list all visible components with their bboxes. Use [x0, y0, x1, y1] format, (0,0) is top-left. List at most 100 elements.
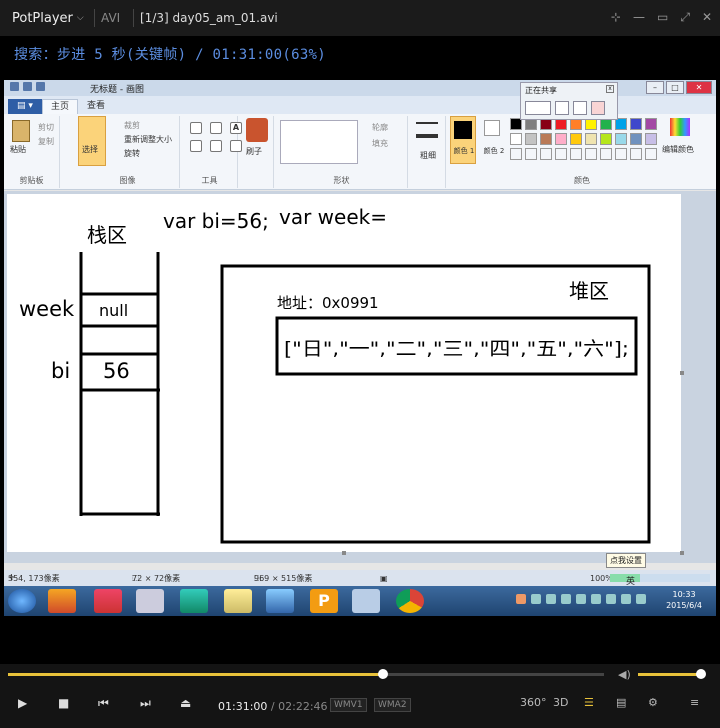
select-label: 选择 [82, 145, 98, 154]
fullscreen-icon[interactable]: ⤢ [680, 10, 690, 25]
tools-group-label: 工具 [201, 176, 218, 185]
palette-swatch [645, 118, 657, 130]
current-time: 01:31:00 [218, 700, 268, 713]
tray-icon [516, 594, 526, 604]
edit-colors-label: 编辑颜色 [662, 145, 694, 154]
taskbar-app-icon [136, 589, 164, 613]
paste-icon [12, 120, 30, 142]
paint-window-title: 无标题 - 画图 [90, 84, 144, 95]
volume-level [638, 673, 702, 676]
player-controls: ◀) ▶ ■ ⏮ ⏭ ⏏ 01:31:00 / 02:22:46 WMV1 WM… [0, 664, 720, 728]
play-icon[interactable]: ▶ [18, 696, 27, 710]
tools-group: A 工具 [182, 116, 242, 188]
tray-icon [576, 594, 586, 604]
minimize-icon[interactable]: — [633, 10, 645, 25]
cursor-position: ✛ 354, 173像素 [8, 573, 60, 584]
palette-swatch [630, 118, 642, 130]
cut-label: 剪切 [38, 123, 54, 132]
osd-message: 搜索：步进 5 秒(关键帧) / 01:31:00(63%) [14, 47, 327, 63]
next-icon[interactable]: ⏭ [140, 696, 151, 711]
crosshair-icon: ✛ [8, 572, 15, 582]
resize-handle [342, 551, 346, 555]
palette-swatch [645, 133, 657, 145]
playlist-search-icon[interactable]: ☰ [584, 696, 594, 709]
cursor-position-text: 354, 173像素 [8, 573, 60, 583]
var-bi-label: bi [51, 359, 70, 383]
palette-swatch-empty [615, 148, 627, 160]
windows-taskbar: P 英 10:33 2015/6/4 [4, 577, 716, 616]
color1-button [450, 116, 476, 164]
paint-close-icon: ✕ [686, 81, 712, 94]
heap-title: 堆区 [569, 279, 609, 303]
volume-handle[interactable] [696, 669, 707, 679]
volume-slider[interactable] [638, 669, 707, 679]
disk-icon: ▣ [380, 573, 388, 583]
edit-colors-icon [670, 118, 690, 136]
hand-icon [525, 101, 551, 115]
app-menu-button[interactable]: PotPlayer ⌵ [0, 11, 88, 26]
palette-swatch-empty [585, 148, 597, 160]
palette-swatch [555, 133, 567, 145]
chapter-icon[interactable]: ▤ [616, 696, 626, 709]
seek-handle[interactable] [378, 669, 389, 679]
colors-group-label: 颜色 [574, 176, 590, 185]
divider [94, 9, 95, 27]
palette-swatch-empty [540, 148, 552, 160]
3d-button[interactable]: 3D [553, 696, 568, 709]
crop-label: 裁剪 [124, 121, 140, 130]
paint-maximize-icon: □ [666, 81, 684, 94]
color1-swatch [454, 121, 472, 139]
stop-sharing-icon [591, 101, 605, 115]
maximize-icon[interactable]: ▭ [657, 10, 668, 25]
video-frame[interactable]: 无标题 - 画图 – □ ✕ ▤ ▾ 主页 查看 粘贴 剪切 复制 剪贴板 选择… [4, 80, 716, 616]
zoom-slider [610, 574, 710, 582]
tray-icon [531, 594, 541, 604]
drawing-canvas: 栈区 var bi=56; var week= week null bi 56 … [7, 194, 681, 552]
array-literal: ["日","一","二","三","四","五","六"]; [284, 338, 629, 360]
palette-swatch-empty [570, 148, 582, 160]
start-button [8, 589, 36, 613]
time-separator: / [270, 700, 275, 713]
ime-indicator: 英 [626, 577, 636, 587]
clock-time: 10:33 [672, 590, 696, 599]
divider [133, 9, 134, 27]
brush-group: 刷子 [240, 116, 274, 188]
player-title-bar: PotPlayer ⌵ AVI [1/3] day05_am_01.avi ⊹ … [0, 0, 720, 36]
tray-icon [606, 594, 616, 604]
previous-icon[interactable]: ⏮ [98, 696, 109, 711]
select-button [78, 116, 106, 166]
tray-icon [636, 594, 646, 604]
code-line1: var bi=56; [163, 209, 269, 233]
pencil-icon [190, 122, 202, 134]
pin-icon[interactable]: ⊹ [611, 10, 621, 25]
paint-taskbar-icon [352, 589, 380, 613]
colors-group: 颜色 1 颜色 2 编辑颜色 颜色 [448, 116, 716, 188]
copy-label: 复制 [38, 137, 54, 146]
stop-icon[interactable]: ■ [58, 696, 69, 710]
resize-handle [680, 551, 684, 555]
volume-icon[interactable]: ◀) [618, 668, 631, 681]
fill-label: 填充 [372, 139, 388, 148]
save-icon [10, 82, 19, 91]
shapes-gallery [280, 120, 358, 164]
var-week-value: null [99, 301, 128, 320]
shapes-group-label: 形状 [333, 176, 350, 185]
color2-label: 颜色 2 [483, 147, 505, 155]
vr-360-button[interactable]: 360° [520, 696, 547, 709]
menu-icon[interactable]: ≡ [690, 696, 699, 709]
time-display: 01:31:00 / 02:22:46 [218, 700, 328, 713]
chrome-icon [396, 589, 424, 613]
system-tray [516, 594, 646, 604]
eject-icon[interactable]: ⏏ [180, 696, 191, 710]
total-time: 02:22:46 [278, 700, 328, 713]
paste-label: 粘贴 [10, 145, 26, 154]
sharing-panel: 正在共享 x [520, 82, 618, 120]
tab-view: 查看 [86, 101, 105, 111]
palette-swatch-empty [600, 148, 612, 160]
size-label: 粗细 [420, 151, 436, 160]
tray-icon [561, 594, 571, 604]
seek-bar[interactable] [8, 669, 604, 679]
settings-gear-icon[interactable]: ⚙ [648, 696, 658, 709]
sharing-tools [525, 101, 605, 115]
close-icon[interactable]: ✕ [702, 10, 712, 25]
